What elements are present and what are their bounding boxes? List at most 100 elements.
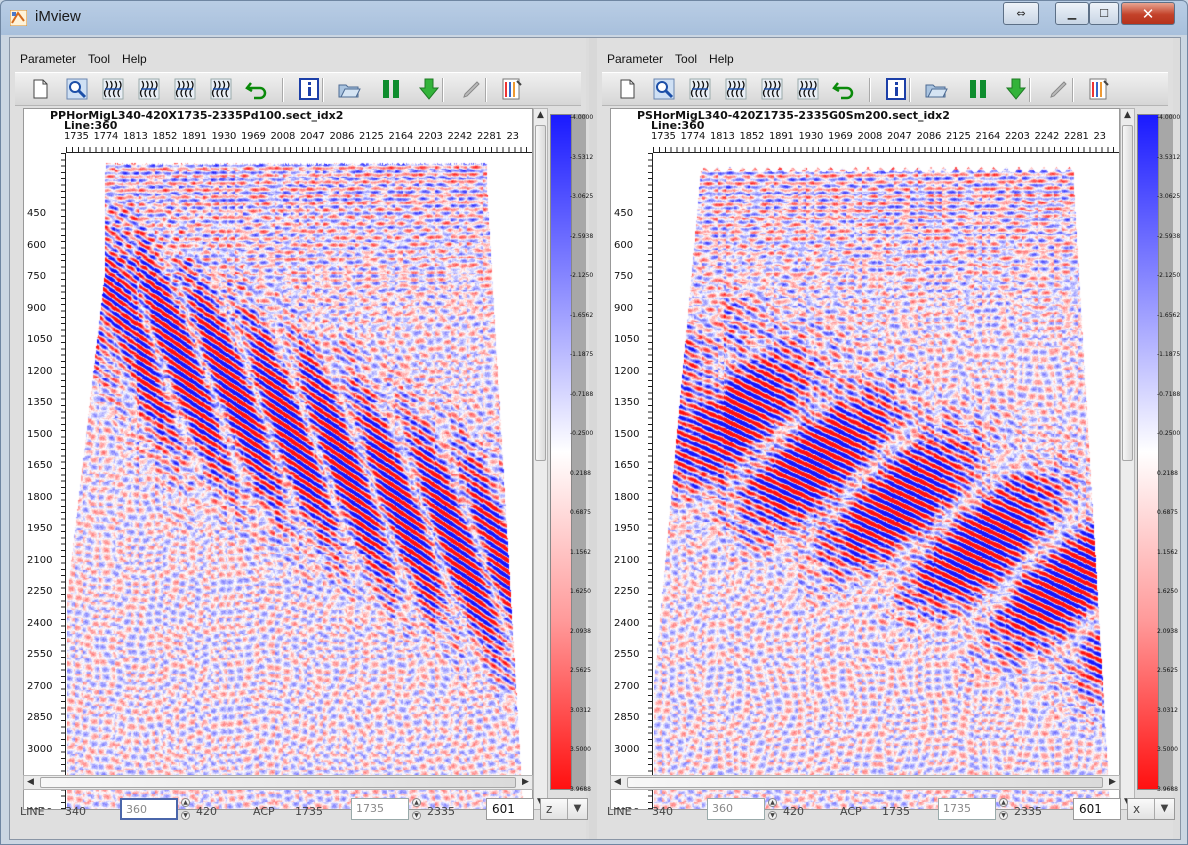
trace-spread-icon [688, 77, 712, 104]
horizontal-scrollbar[interactable]: ◀ ▶ [23, 775, 533, 790]
wiggle-fill-icon [796, 77, 820, 104]
x-tick-label: 2125 [359, 131, 384, 142]
trace-squeeze-button[interactable] [136, 77, 162, 103]
info-button[interactable] [883, 77, 909, 103]
toolbar [15, 72, 581, 106]
horizontal-scroll-thumb[interactable] [40, 777, 516, 788]
horizontal-scroll-thumb[interactable] [627, 777, 1103, 788]
undo-button[interactable] [831, 77, 857, 103]
trace-spread-button[interactable] [100, 77, 126, 103]
trace-spread-button[interactable] [687, 77, 713, 103]
wiggle-fill-button[interactable] [795, 77, 821, 103]
axis-selector[interactable]: z ▼ [540, 798, 588, 820]
y-tick-label: 1800 [614, 491, 640, 503]
minimize-button[interactable]: ▁ [1055, 2, 1089, 25]
toolbar-separator [442, 78, 444, 102]
line-input[interactable]: 360 [707, 798, 765, 820]
scroll-up-arrow-icon[interactable]: ▲ [1121, 109, 1134, 122]
vertical-scroll-thumb[interactable] [535, 125, 546, 461]
new-page-button[interactable] [614, 77, 640, 103]
menu-help[interactable]: Help [122, 50, 147, 70]
menu-parameter[interactable]: Parameter [20, 50, 76, 70]
x-tick-label: 1891 [769, 131, 794, 142]
vertical-scroll-thumb[interactable] [1122, 125, 1133, 461]
chevron-down-icon[interactable]: ▼ [567, 799, 587, 819]
vertical-scrollbar[interactable]: ▲ ▼ [1120, 108, 1135, 810]
vertical-scrollbar[interactable]: ▲ ▼ [533, 108, 548, 810]
colorbar-tick-label: 3.9688 [1157, 785, 1178, 793]
seismic-image[interactable] [654, 154, 1119, 809]
y-tick-label: 1200 [614, 365, 640, 377]
menu-parameter[interactable]: Parameter [607, 50, 663, 70]
wiggle-button[interactable] [759, 77, 785, 103]
amplitude-colorbar [1137, 114, 1159, 790]
chevron-down-icon[interactable]: ▼ [1154, 799, 1174, 819]
scroll-left-arrow-icon[interactable]: ◀ [611, 776, 624, 789]
axis-selector[interactable]: x ▼ [1127, 798, 1175, 820]
x-tick-label: 23 [506, 131, 520, 142]
maximize-button[interactable]: ☐ [1089, 2, 1119, 25]
minimize-icon: ▁ [1067, 7, 1077, 20]
color-palette-button[interactable] [1086, 77, 1112, 103]
trace-squeeze-button[interactable] [723, 77, 749, 103]
x-tick-label: 2242 [1034, 131, 1060, 142]
seismic-section-plot[interactable]: PSHorMigL340-420Z1735-2335G0Sm200.sect_i… [610, 108, 1120, 810]
pen-button[interactable] [1046, 77, 1072, 103]
trace-count-field[interactable]: 601 [1073, 798, 1121, 820]
acp-input[interactable]: 1735 [351, 798, 409, 820]
menu-help[interactable]: Help [709, 50, 734, 70]
acp-spinner[interactable]: ▲ ▼ [412, 798, 422, 820]
menu-tool[interactable]: Tool [88, 50, 110, 70]
undo-button[interactable] [244, 77, 270, 103]
new-page-button[interactable] [27, 77, 53, 103]
scroll-right-arrow-icon[interactable]: ▶ [519, 776, 532, 789]
y-tick-label: 2550 [27, 649, 53, 660]
wiggle-fill-button[interactable] [208, 77, 234, 103]
acp-input[interactable]: 1735 [938, 798, 996, 820]
trace-count-field[interactable]: 601 [486, 798, 534, 820]
line-spinner[interactable]: ▲ ▼ [768, 798, 778, 820]
line-input[interactable]: 360 [120, 798, 178, 820]
close-button[interactable]: ✕ [1121, 2, 1175, 25]
download-button[interactable] [416, 77, 442, 103]
scroll-up-arrow-icon[interactable]: ▲ [534, 109, 547, 122]
pen-button[interactable] [459, 77, 485, 103]
scroll-left-arrow-icon[interactable]: ◀ [24, 776, 37, 789]
seismic-image[interactable] [67, 154, 532, 809]
pause-button[interactable] [378, 77, 404, 103]
info-button[interactable] [296, 77, 322, 103]
color-palette-icon [500, 77, 524, 104]
menu-tool[interactable]: Tool [675, 50, 697, 70]
restore-layout-button[interactable]: ⇔ [1003, 2, 1039, 25]
download-icon [417, 77, 441, 104]
x-tick-label: 1813 [710, 131, 735, 142]
seismic-section-plot[interactable]: PPHorMigL340-420X1735-2335Pd100.sect_idx… [23, 108, 533, 810]
open-folder-button[interactable] [336, 77, 362, 103]
zoom-button[interactable] [651, 77, 677, 103]
color-palette-button[interactable] [499, 77, 525, 103]
x-axis-ruler [653, 145, 1119, 153]
horizontal-scrollbar[interactable]: ◀ ▶ [610, 775, 1120, 790]
x-axis-ticks: 1735 1774 1813 1852 1891 1930 1969 2008 2047 2086… [24, 131, 532, 145]
colorbar-tick-label: 3.9688 [570, 785, 591, 793]
x-tick-label: 1969 [828, 131, 853, 142]
scroll-right-arrow-icon[interactable]: ▶ [1106, 776, 1119, 789]
navigation-controls: LINE 340 360 ▲ ▼ 420 ACP 1735 1735 ▲ ▼ 233… [597, 796, 1175, 826]
line-spinner[interactable]: ▲ ▼ [181, 798, 191, 820]
undo-icon [245, 77, 269, 104]
zoom-button[interactable] [64, 77, 90, 103]
x-axis-ruler [66, 145, 532, 153]
pen-icon [1047, 77, 1071, 104]
colorbar-tick-label: -4.0000 [1157, 114, 1181, 121]
x-tick-label: 2086 [329, 131, 355, 142]
trace-squeeze-icon [137, 77, 161, 104]
trace-squeeze-icon [724, 77, 748, 104]
wiggle-button[interactable] [172, 77, 198, 103]
pause-button[interactable] [965, 77, 991, 103]
download-button[interactable] [1003, 77, 1029, 103]
acp-spinner[interactable]: ▲ ▼ [999, 798, 1009, 820]
axis-selected-value: z [546, 802, 553, 816]
y-tick-label: 1950 [614, 523, 640, 534]
open-folder-button[interactable] [923, 77, 949, 103]
left-viewer-panel: Parameter Tool Help PPHorMigL340-420X173… [10, 38, 593, 839]
